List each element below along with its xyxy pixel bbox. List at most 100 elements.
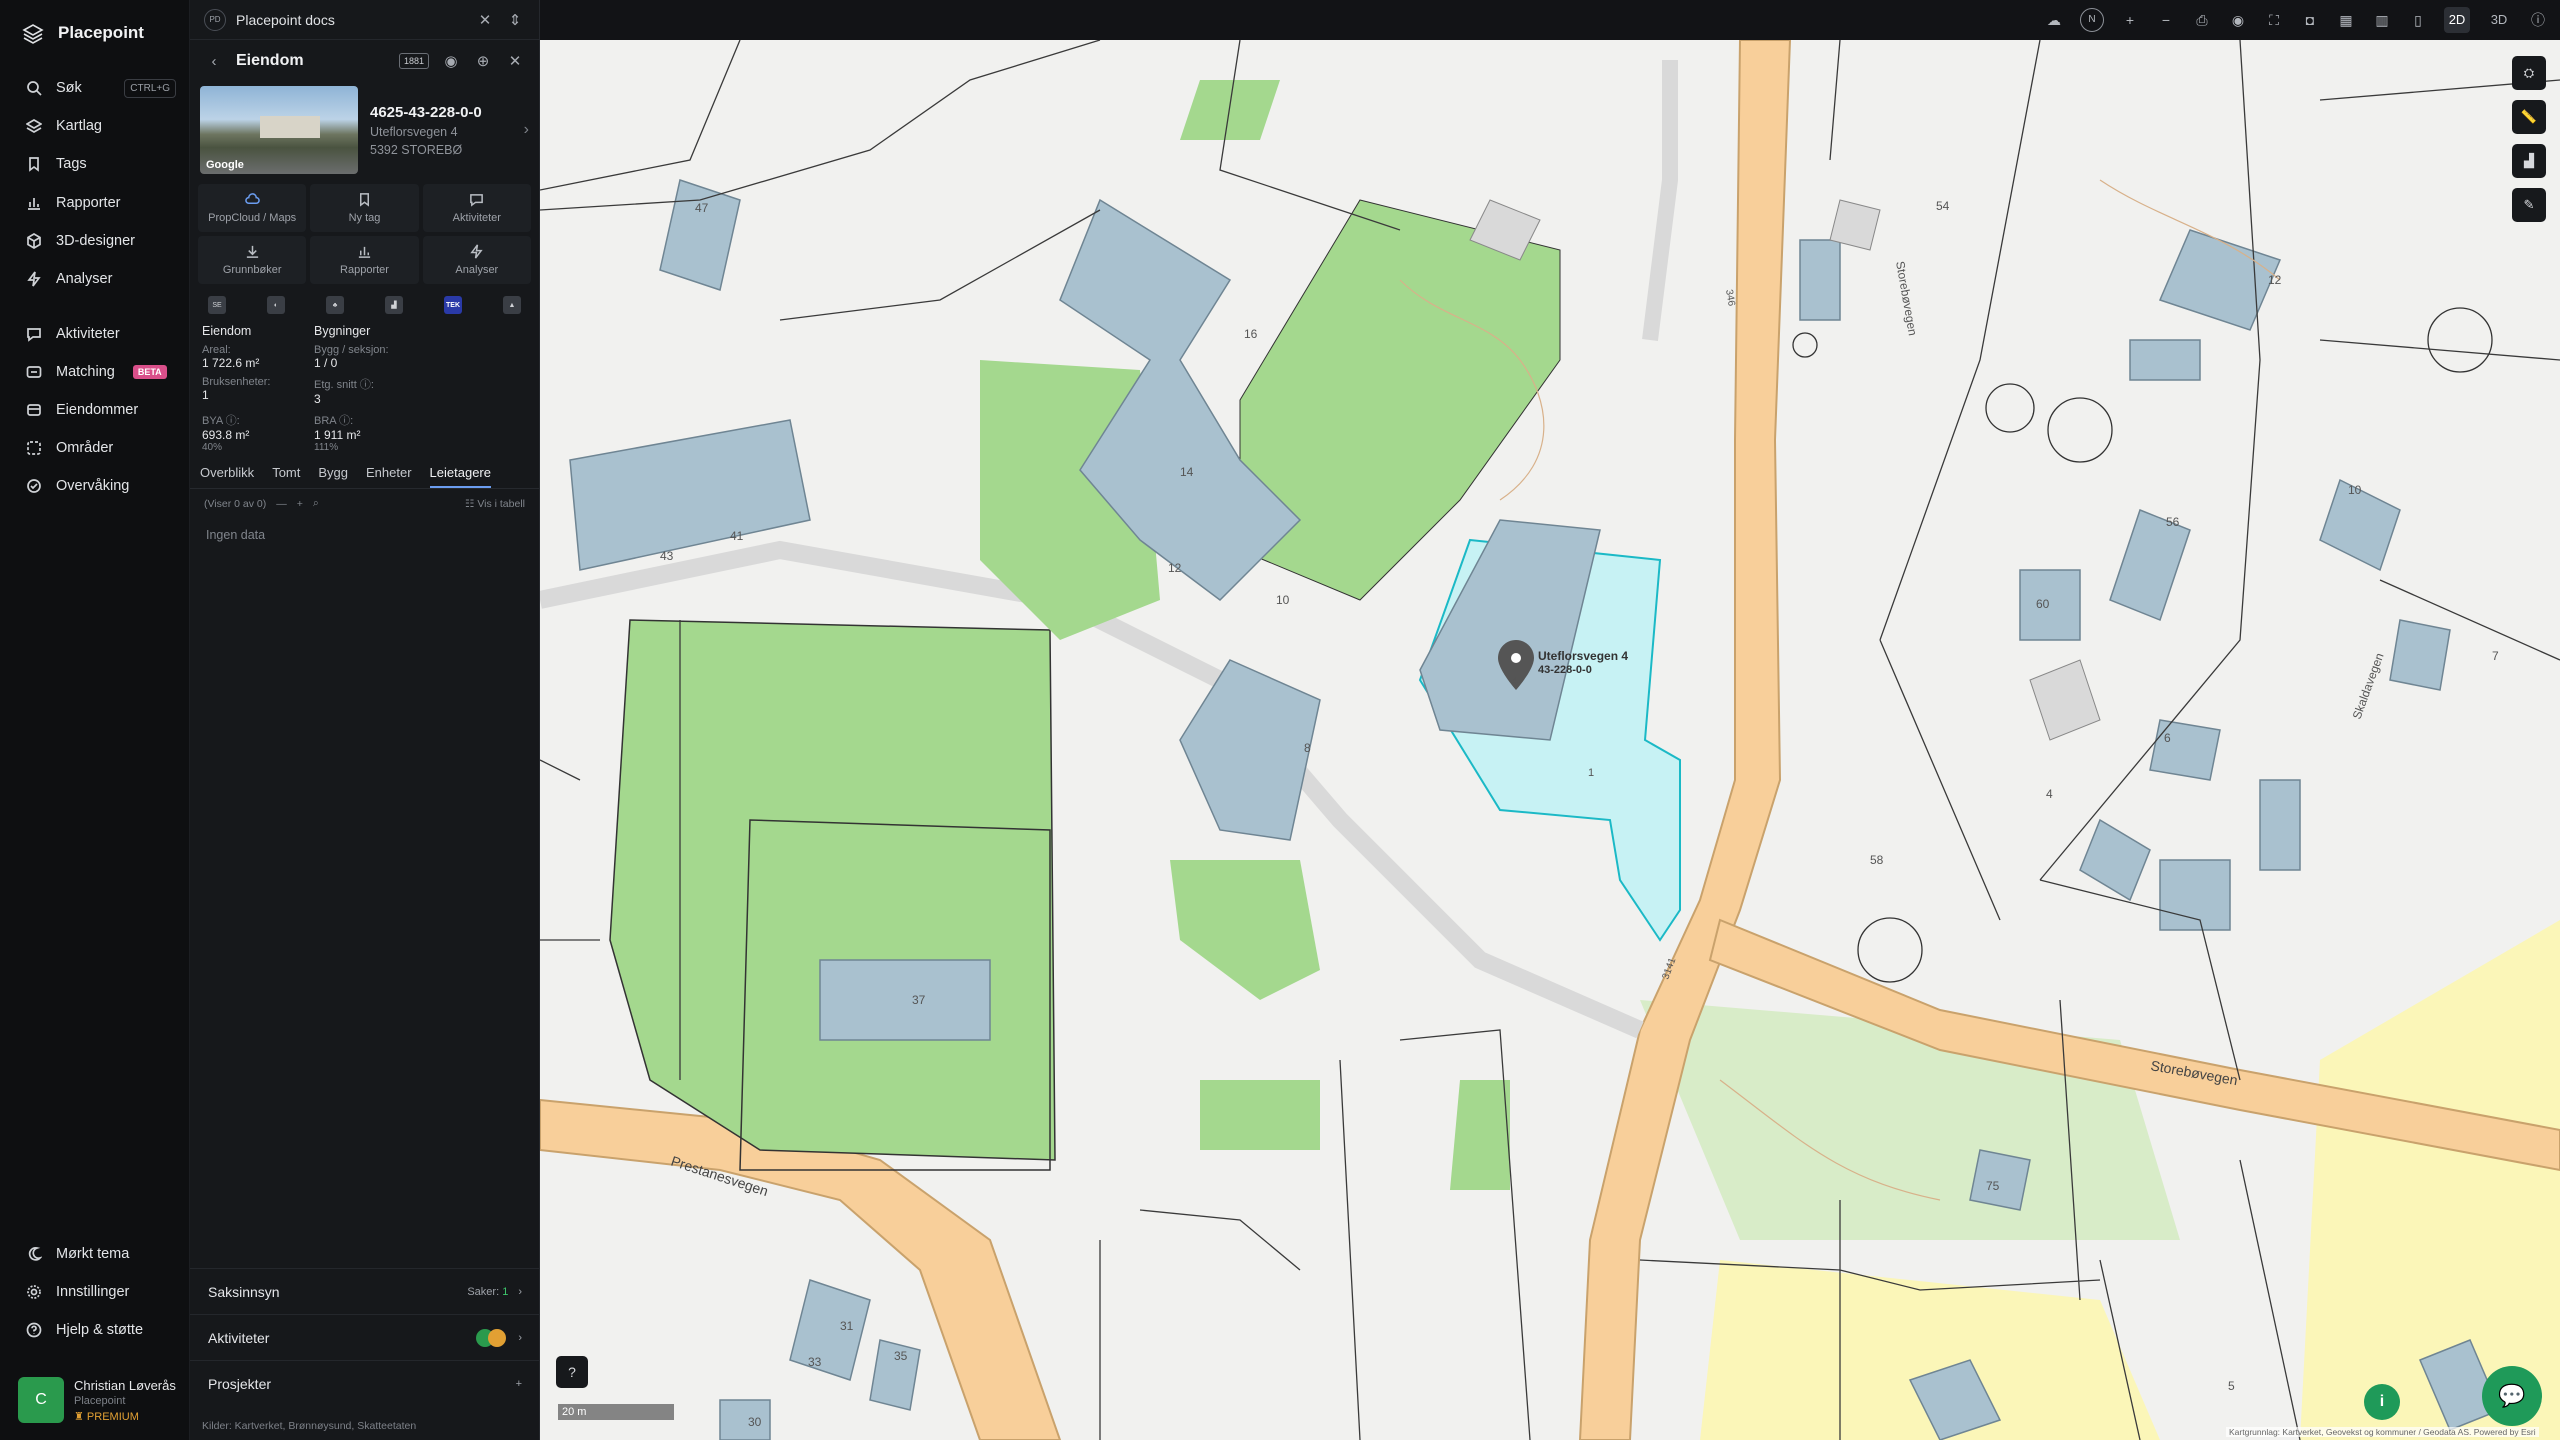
plus-icon[interactable]: +: [297, 498, 303, 510]
layers-select-icon[interactable]: ⛭: [2512, 56, 2546, 90]
source-globe-icon[interactable]: ◐: [267, 296, 285, 314]
accordion-aktiviteter[interactable]: Aktiviteter ›: [190, 1314, 540, 1360]
camera-icon[interactable]: ◘: [2300, 12, 2320, 28]
1881-button[interactable]: 1881: [398, 53, 429, 69]
grid-icon[interactable]: ▦: [2336, 12, 2356, 29]
source-bars-icon[interactable]: ▟: [385, 296, 403, 314]
source-se-icon[interactable]: SE: [208, 296, 226, 314]
house-number: 56: [2166, 515, 2180, 529]
accordion-label: Saksinnsyn: [208, 1283, 280, 1300]
nav-item-kartlag[interactable]: Kartlag: [0, 108, 190, 144]
add-icon[interactable]: +: [516, 1378, 522, 1390]
property-summary[interactable]: Google 4625-43-228-0-0 Uteflorsvegen 4 5…: [190, 82, 539, 178]
activities-button[interactable]: Aktiviteter: [422, 184, 531, 232]
view-table-link[interactable]: ☷ Vis i tabell: [465, 498, 525, 510]
park-area: [609, 619, 1056, 1161]
nav-item-settings[interactable]: Innstillinger: [0, 1274, 190, 1310]
tab-bygg[interactable]: Bygg: [318, 465, 348, 488]
close-icon[interactable]: ✕: [505, 52, 525, 70]
grunnboker-button[interactable]: Grunnbøker: [198, 236, 307, 284]
action-label: Rapporter: [340, 264, 389, 276]
action-label: PropCloud / Maps: [208, 212, 297, 224]
new-tag-button[interactable]: Ny tag: [310, 184, 419, 232]
info-icon[interactable]: ⓘ: [2528, 10, 2548, 30]
nav-item-sok[interactable]: Søk CTRL+G: [0, 70, 190, 106]
compass-icon[interactable]: N: [2080, 8, 2104, 32]
source-plant-icon[interactable]: ♣: [326, 296, 344, 314]
mode-2d-button[interactable]: 2D: [2444, 7, 2470, 33]
analyses-button[interactable]: Analyser: [422, 236, 531, 284]
nav-item-3d-designer[interactable]: 3D-designer: [0, 223, 190, 259]
eye-icon[interactable]: ◉: [441, 52, 461, 70]
avatar: C: [18, 1377, 64, 1423]
property-panel: PD Placepoint docs ✕ ⇕ ‹ Eiendom 1881 ◉ …: [190, 0, 540, 1440]
measure-icon[interactable]: 📏: [2512, 100, 2546, 134]
zoom-in-icon[interactable]: +: [2120, 12, 2140, 28]
chat-icon: [470, 194, 484, 207]
map-tools: ⛭ 📏 ▟ ✎: [2512, 56, 2546, 222]
chevron-right-icon[interactable]: ›: [524, 121, 529, 139]
empty-state: Ingen data: [206, 528, 266, 542]
doc-title[interactable]: Placepoint docs: [236, 12, 335, 28]
bolt-icon: [470, 244, 484, 259]
nav-item-analyser[interactable]: Analyser: [0, 261, 190, 297]
target-icon[interactable]: ⊕: [473, 52, 493, 70]
bya-value: 693.8 m²: [202, 428, 250, 442]
cases-count: 1: [502, 1285, 509, 1298]
source-tek-icon[interactable]: TEK: [444, 296, 462, 314]
tab-overblikk[interactable]: Overblikk: [200, 465, 254, 488]
fullscreen-icon[interactable]: ⛶: [2264, 12, 2284, 29]
map-canvas[interactable]: Storebøvegen Prestanesvegen Storebøvegen…: [540, 40, 2560, 1440]
nav-item-omrader[interactable]: Områder: [0, 430, 190, 466]
nav-item-help[interactable]: Hjelp & støtte: [0, 1312, 190, 1348]
building: [1969, 1149, 2031, 1211]
user-card[interactable]: C Christian Løverås Placepoint ♜ PREMIUM: [18, 1374, 178, 1426]
reports-button[interactable]: Rapporter: [310, 236, 419, 284]
accordion-saksinnsyn[interactable]: Saksinnsyn Saker: 1 ›: [190, 1268, 540, 1314]
bookmark-icon: [29, 157, 39, 172]
back-icon[interactable]: ‹: [204, 53, 224, 70]
nav-item-label: Søk: [56, 80, 82, 96]
layout-icon[interactable]: ▥: [2372, 12, 2392, 29]
nav-item-overvaking[interactable]: Overvåking: [0, 468, 190, 504]
search-icon[interactable]: ⌕: [313, 497, 319, 510]
brand[interactable]: Placepoint: [0, 0, 189, 66]
chat-support-button[interactable]: 💬: [2482, 1366, 2542, 1426]
nav-item-rapporter[interactable]: Rapporter: [0, 185, 190, 221]
close-doc-icon[interactable]: ✕: [475, 11, 495, 29]
zoom-out-icon[interactable]: −: [2156, 12, 2176, 28]
accordion-prosjekter[interactable]: Prosjekter +: [190, 1360, 540, 1406]
eye-icon[interactable]: ◉: [2228, 12, 2248, 29]
expand-toggle-icon[interactable]: ⇕: [505, 11, 525, 29]
info-button[interactable]: i: [2364, 1384, 2400, 1420]
areal-value: 1 722.6 m²: [202, 356, 260, 370]
house-number: 47: [695, 201, 709, 215]
tab-tomt[interactable]: Tomt: [272, 465, 300, 488]
print-icon[interactable]: ⎙: [2192, 12, 2212, 29]
building: [1799, 239, 1841, 321]
tab-enheter[interactable]: Enheter: [366, 465, 412, 488]
map-svg: Storebøvegen Prestanesvegen Storebøvegen…: [540, 40, 2560, 1440]
mode-3d-button[interactable]: 3D: [2486, 7, 2512, 33]
user-name: Christian Løverås: [74, 1377, 176, 1393]
tab-leietagere[interactable]: Leietagere: [429, 465, 491, 488]
bya-label: BYA ⓘ:: [202, 415, 240, 427]
source-up-icon[interactable]: ▲: [503, 296, 521, 314]
propcloud-button[interactable]: PropCloud / Maps: [198, 184, 307, 232]
building: [719, 1399, 771, 1440]
nav-item-eiendommer[interactable]: Eiendommer: [0, 392, 190, 428]
nav-item-tags[interactable]: Tags: [0, 146, 190, 182]
nav-item-aktiviteter[interactable]: Aktiviteter: [0, 316, 190, 352]
house-number: 43: [660, 549, 674, 563]
nav-item-matching[interactable]: Matching BETA: [0, 354, 190, 390]
streetview-thumbnail[interactable]: Google: [200, 86, 358, 174]
cloud-sync-icon[interactable]: ☁: [2044, 12, 2064, 29]
profile-chart-icon[interactable]: ▟: [2512, 144, 2546, 178]
nav-item-dark-theme[interactable]: Mørkt tema: [0, 1236, 190, 1272]
nav-item-label: Overvåking: [56, 478, 130, 494]
draw-icon[interactable]: ✎: [2512, 188, 2546, 222]
house-number: 12: [2268, 273, 2282, 287]
bookmark-icon[interactable]: ▯: [2408, 12, 2428, 29]
help-map-icon[interactable]: ?: [556, 1356, 588, 1388]
minus-icon[interactable]: —: [276, 498, 287, 510]
